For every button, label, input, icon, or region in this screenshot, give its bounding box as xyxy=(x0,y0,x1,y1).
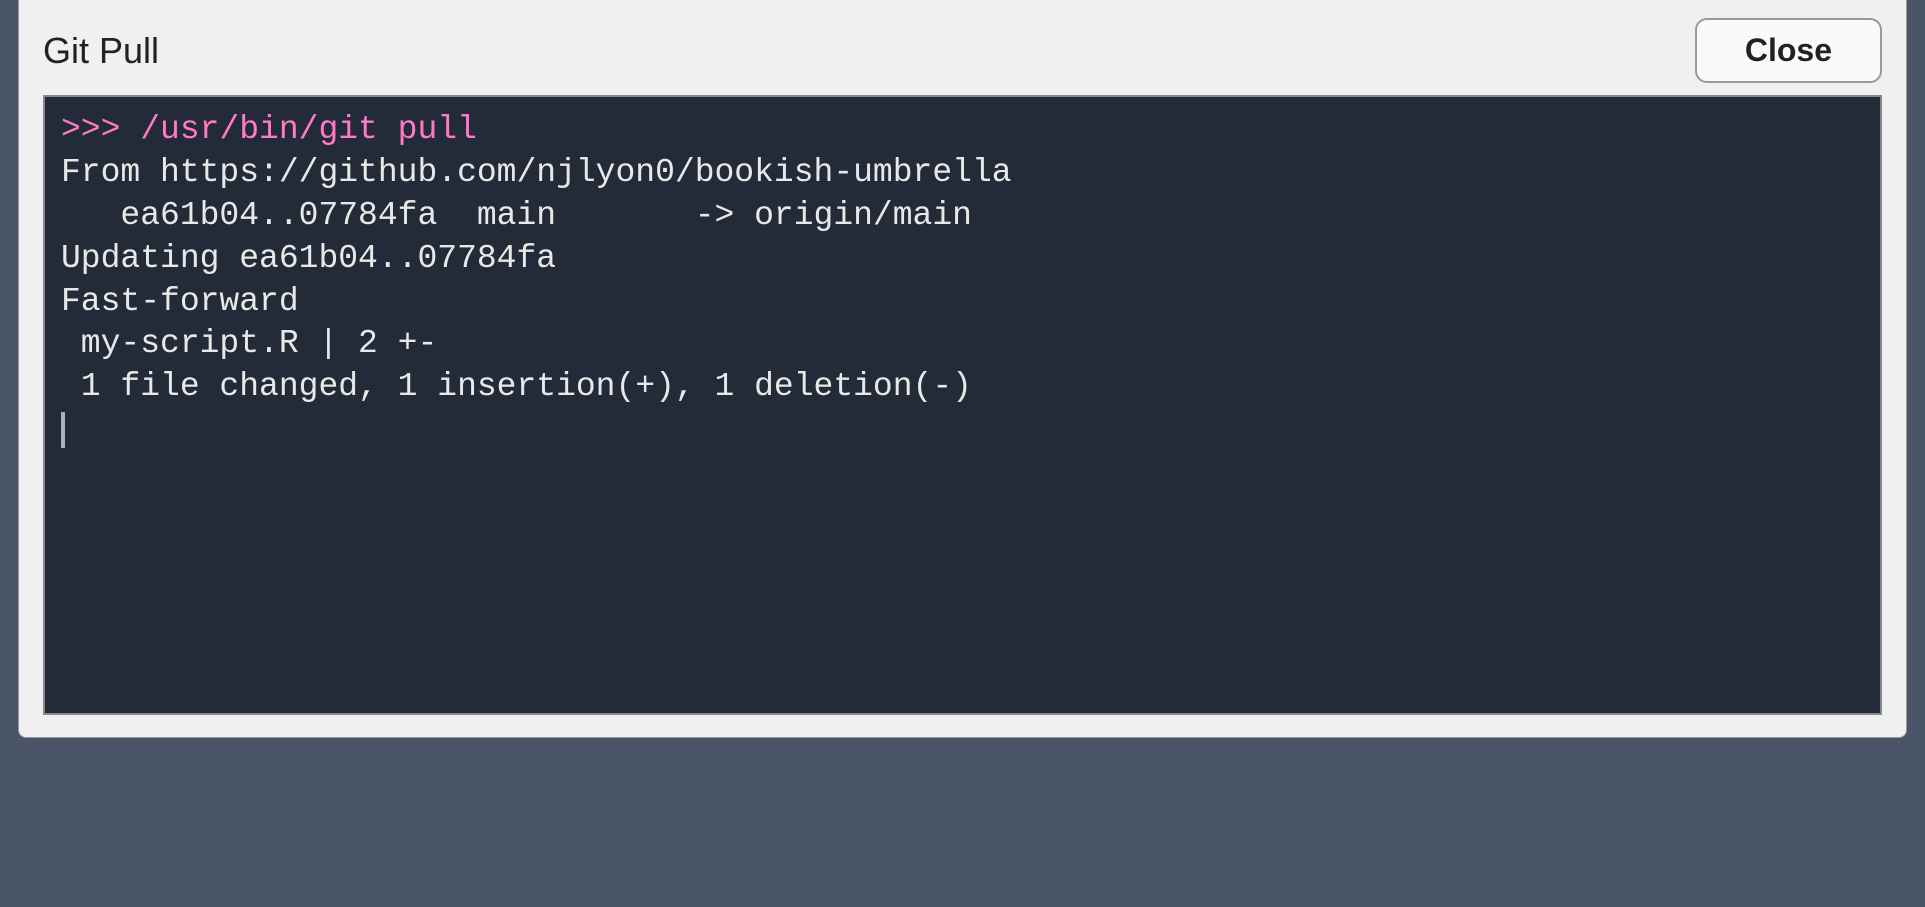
terminal-cursor xyxy=(61,412,65,448)
git-pull-dialog: Git Pull Close >>> /usr/bin/git pull Fro… xyxy=(18,0,1907,738)
dialog-header: Git Pull Close xyxy=(19,0,1906,95)
prompt-symbol: >>> xyxy=(61,111,140,148)
output-line: my-script.R | 2 +- xyxy=(61,325,437,362)
dialog-title: Git Pull xyxy=(43,30,159,72)
close-button[interactable]: Close xyxy=(1695,18,1882,83)
output-line: ea61b04..07784fa main -> origin/main xyxy=(61,197,972,234)
output-line: Updating ea61b04..07784fa xyxy=(61,240,556,277)
output-line: From https://github.com/njlyon0/bookish-… xyxy=(61,154,1012,191)
terminal-output[interactable]: >>> /usr/bin/git pull From https://githu… xyxy=(43,95,1882,715)
git-command: /usr/bin/git pull xyxy=(140,111,477,148)
output-line: 1 file changed, 1 insertion(+), 1 deleti… xyxy=(61,368,972,405)
output-line: Fast-forward xyxy=(61,283,299,320)
